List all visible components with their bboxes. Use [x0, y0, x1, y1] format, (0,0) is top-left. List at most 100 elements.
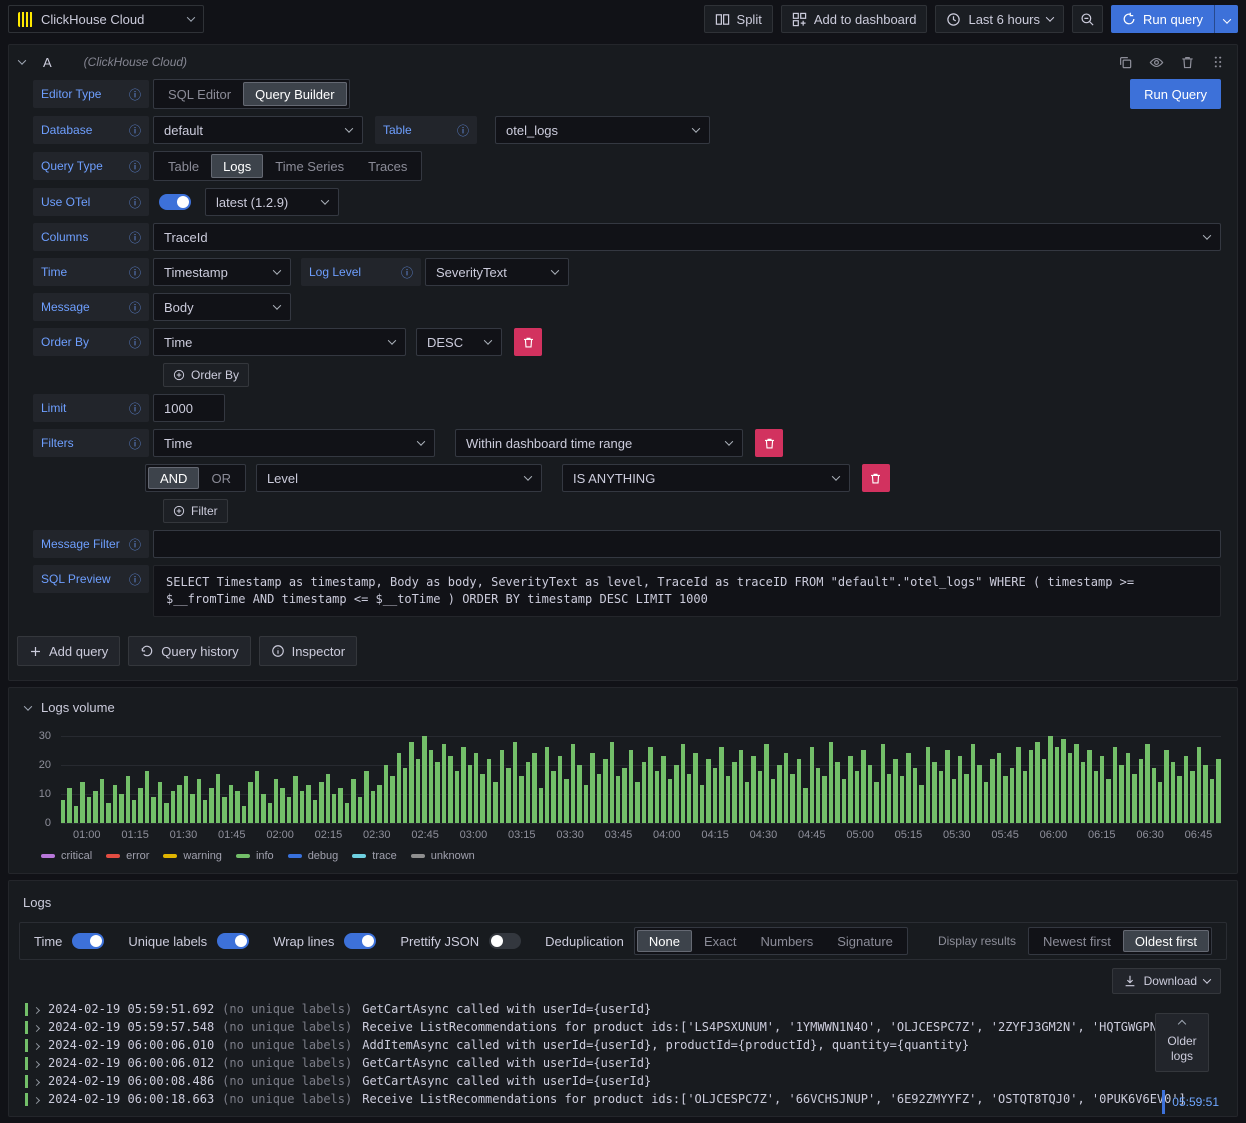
table-select[interactable]: otel_logs: [495, 116, 710, 144]
log-level-select[interactable]: SeverityText: [425, 258, 569, 286]
log-scroll-time[interactable]: 05:59:51: [1162, 1090, 1219, 1114]
add-filter-button[interactable]: Filter: [163, 499, 228, 523]
volume-bar: [1061, 738, 1066, 823]
log-row[interactable]: 2024-02-19 06:00:06.010 (no unique labels…: [23, 1036, 1223, 1054]
dedup-option-exact[interactable]: Exact: [692, 930, 749, 952]
run-query-dropdown-button[interactable]: [1214, 5, 1238, 33]
use-otel-toggle[interactable]: [159, 194, 191, 210]
limit-input[interactable]: [153, 394, 225, 422]
legend-item-debug[interactable]: debug: [287, 850, 338, 862]
duplicate-query-button[interactable]: [1116, 53, 1135, 72]
filter-level-op-select[interactable]: IS ANYTHING: [561, 464, 850, 492]
time-toggle[interactable]: [72, 933, 105, 949]
inspector-button[interactable]: Inspector: [258, 636, 358, 666]
collapse-query-icon[interactable]: [17, 56, 27, 65]
add-order-by-button[interactable]: Order By: [163, 363, 250, 387]
info-icon[interactable]: ⓘ: [129, 158, 141, 175]
log-row[interactable]: 2024-02-19 05:59:51.692 (no unique labels…: [23, 1000, 1223, 1018]
legend-item-warning[interactable]: warning: [163, 850, 222, 862]
info-icon[interactable]: ⓘ: [129, 400, 141, 417]
time-range-picker[interactable]: Last 6 hours: [935, 5, 1065, 33]
filter-condition-and[interactable]: AND: [148, 467, 200, 489]
info-icon[interactable]: ⓘ: [129, 334, 141, 351]
info-icon[interactable]: ⓘ: [129, 264, 141, 281]
legend-item-trace[interactable]: trace: [352, 850, 397, 862]
split-button[interactable]: Split: [703, 5, 773, 33]
log-row[interactable]: 2024-02-19 06:00:18.663 (no unique labels…: [23, 1090, 1223, 1108]
dedup-option-signature[interactable]: Signature: [825, 930, 905, 952]
prettify-json-toggle[interactable]: [489, 933, 522, 949]
remove-time-filter-button[interactable]: [755, 429, 783, 457]
expand-row-icon[interactable]: [32, 1002, 48, 1016]
hide-query-eye-button[interactable]: [1147, 53, 1166, 72]
info-icon[interactable]: ⓘ: [129, 122, 141, 139]
run-query-button[interactable]: Run query: [1111, 5, 1214, 33]
query-history-button[interactable]: Query history: [128, 636, 251, 666]
info-icon[interactable]: ⓘ: [129, 536, 141, 553]
volume-bar: [1067, 753, 1073, 823]
editor-type-option-sql-editor[interactable]: SQL Editor: [156, 82, 243, 106]
legend-item-critical[interactable]: critical: [41, 850, 92, 862]
info-icon[interactable]: ⓘ: [129, 194, 141, 211]
trash-icon: [869, 472, 882, 485]
info-icon[interactable]: ⓘ: [129, 299, 141, 316]
zoom-out-button[interactable]: [1072, 5, 1104, 33]
filter-condition-or[interactable]: OR: [199, 467, 243, 489]
datasource-picker[interactable]: ClickHouse Cloud: [8, 5, 204, 33]
volume-bar: [144, 770, 150, 823]
delete-query-button[interactable]: [1178, 53, 1197, 72]
wrap-lines-toggle[interactable]: [344, 933, 377, 949]
database-select[interactable]: default: [153, 116, 363, 144]
volume-bar: [609, 741, 614, 823]
columns-select[interactable]: TraceId: [153, 223, 1221, 251]
log-row[interactable]: 2024-02-19 06:00:06.012 (no unique labels…: [23, 1054, 1223, 1072]
legend-item-info[interactable]: info: [235, 850, 274, 862]
message-filter-input[interactable]: [153, 530, 1221, 558]
info-icon[interactable]: ⓘ: [129, 86, 141, 103]
display-option-newest-first[interactable]: Newest first: [1031, 930, 1123, 952]
order-by-field-select[interactable]: Time: [153, 328, 406, 356]
info-icon[interactable]: ⓘ: [129, 571, 141, 588]
drag-handle-icon[interactable]: [1209, 53, 1227, 72]
log-row[interactable]: 2024-02-19 06:00:08.486 (no unique labels…: [23, 1072, 1223, 1090]
expand-row-icon[interactable]: [32, 1074, 48, 1088]
legend-item-unknown[interactable]: unknown: [410, 850, 475, 862]
download-button[interactable]: Download: [1111, 968, 1221, 994]
collapse-volume-icon[interactable]: [23, 701, 33, 711]
add-to-dashboard-button[interactable]: Add to dashboard: [780, 5, 928, 33]
expand-row-icon[interactable]: [32, 1020, 48, 1034]
query-ref-id[interactable]: A: [43, 55, 52, 70]
older-logs-button[interactable]: Older logs: [1155, 1013, 1209, 1072]
legend-item-error[interactable]: error: [106, 850, 149, 862]
remove-level-filter-button[interactable]: [861, 464, 890, 492]
message-column-select[interactable]: Body: [153, 293, 291, 321]
dedup-option-none[interactable]: None: [636, 930, 692, 952]
query-type-option-traces[interactable]: Traces: [356, 154, 419, 178]
info-icon[interactable]: ⓘ: [457, 122, 469, 139]
query-type-option-time-series[interactable]: Time Series: [263, 154, 356, 178]
filter-time-op-select[interactable]: Within dashboard time range: [455, 429, 743, 457]
info-icon[interactable]: ⓘ: [129, 435, 141, 452]
info-icon[interactable]: ⓘ: [129, 229, 141, 246]
otel-version-select[interactable]: latest (1.2.9): [205, 188, 339, 216]
query-type-option-table[interactable]: Table: [156, 154, 211, 178]
display-option-oldest-first[interactable]: Oldest first: [1122, 930, 1209, 952]
time-column-select[interactable]: Timestamp: [153, 258, 291, 286]
x-axis-tick: 04:00: [653, 829, 681, 841]
expand-row-icon[interactable]: [32, 1092, 48, 1106]
volume-bar: [544, 747, 550, 823]
remove-order-by-button[interactable]: [514, 328, 542, 356]
info-icon[interactable]: ⓘ: [401, 264, 413, 281]
expand-row-icon[interactable]: [32, 1038, 48, 1052]
expand-row-icon[interactable]: [32, 1056, 48, 1070]
unique-labels-toggle[interactable]: [217, 933, 250, 949]
filter-time-field-select[interactable]: Time: [153, 429, 435, 457]
log-row[interactable]: 2024-02-19 05:59:57.548 (no unique labels…: [23, 1018, 1223, 1036]
run-query-inline-button[interactable]: Run Query: [1130, 79, 1221, 109]
add-query-button[interactable]: Add query: [17, 636, 121, 666]
filter-level-field-select[interactable]: Level: [255, 464, 542, 492]
order-by-direction-select[interactable]: DESC: [416, 328, 502, 356]
dedup-option-numbers[interactable]: Numbers: [749, 930, 826, 952]
editor-type-option-query-builder[interactable]: Query Builder: [243, 82, 347, 106]
query-type-option-logs[interactable]: Logs: [211, 154, 264, 178]
